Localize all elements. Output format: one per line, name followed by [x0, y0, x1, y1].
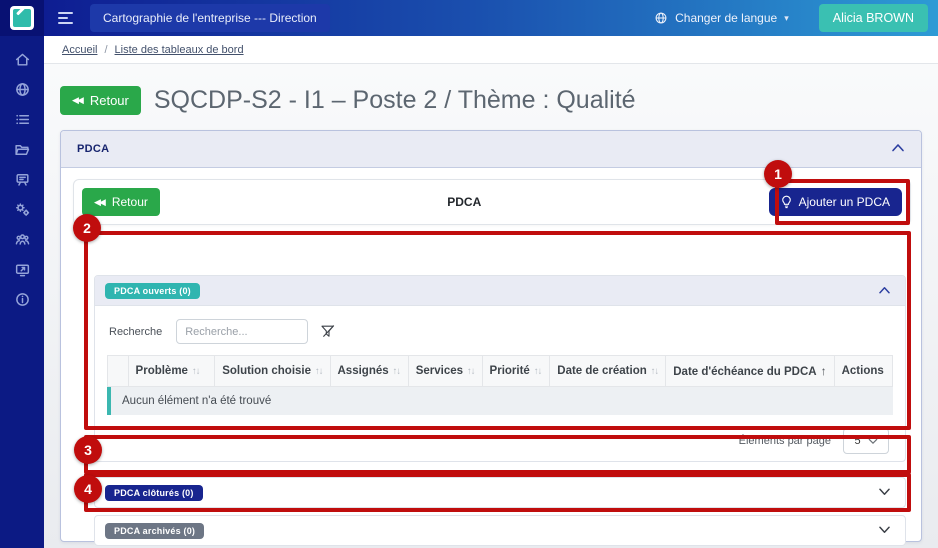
menu-toggle-icon[interactable]	[58, 12, 76, 24]
search-label: Recherche	[109, 326, 162, 338]
screen-share-icon[interactable]	[7, 254, 37, 284]
sort-icon: ↑↓	[467, 366, 475, 377]
pdca-archived-section: PDCA archivés (0)	[94, 515, 906, 546]
list-icon[interactable]	[7, 104, 37, 134]
info-icon[interactable]	[7, 284, 37, 314]
team-icon[interactable]	[7, 224, 37, 254]
page-header: ◀◀ Retour SQCDP-S2 - I1 – Poste 2 / Thèm…	[60, 86, 636, 115]
chevron-up-icon[interactable]	[891, 140, 905, 158]
rewind-icon: ◀◀	[72, 95, 84, 106]
empty-state-message: Aucun élément n'a été trouvé	[107, 387, 893, 415]
sort-icon: ↑↓	[393, 366, 401, 377]
filter-clear-icon[interactable]	[320, 324, 336, 339]
gears-icon[interactable]	[7, 194, 37, 224]
globe-icon[interactable]	[7, 74, 37, 104]
page-back-button[interactable]: ◀◀ Retour	[60, 86, 141, 115]
sort-icon: ↑↓	[651, 366, 659, 377]
column-probleme[interactable]: Problème↑↓	[128, 356, 215, 387]
pdca-archived-badge: PDCA archivés (0)	[105, 523, 204, 539]
breadcrumb-home-link[interactable]: Accueil	[62, 44, 97, 56]
per-page-label: Éléments par page	[739, 435, 831, 447]
search-input[interactable]	[176, 319, 308, 344]
sort-icon: ↑↓	[192, 366, 200, 377]
column-solution-choisie[interactable]: Solution choisie↑↓	[215, 356, 330, 387]
lightbulb-icon	[781, 195, 792, 209]
language-label: Changer de langue	[675, 11, 777, 25]
board-icon[interactable]	[7, 164, 37, 194]
page-title: SQCDP-S2 - I1 – Poste 2 / Thème : Qualit…	[154, 86, 636, 115]
pdca-open-table: Problème↑↓ Solution choisie↑↓ Assignés↑↓…	[107, 355, 893, 387]
page-back-label: Retour	[90, 93, 129, 108]
column-actions: Actions	[834, 356, 892, 387]
toolbar-back-label: Retour	[112, 195, 148, 209]
pdca-open-body: Recherche Problème↑↓	[95, 306, 905, 462]
caret-down-icon: ▾	[784, 13, 789, 24]
page-size-value: 5	[854, 435, 860, 447]
add-pdca-label: Ajouter un PDCA	[799, 195, 890, 209]
pdca-panel: PDCA ◀◀ Retour PDCA Ajouter un PDCA	[60, 130, 922, 542]
pdca-open-header[interactable]: PDCA ouverts (0)	[95, 276, 905, 306]
toolbar-title: PDCA	[160, 195, 769, 209]
pdca-closed-badge: PDCA clôturés (0)	[105, 485, 203, 501]
pdca-archived-header[interactable]: PDCA archivés (0)	[95, 516, 905, 545]
user-button[interactable]: Alicia BROWN	[819, 4, 928, 32]
add-pdca-button[interactable]: Ajouter un PDCA	[769, 188, 902, 216]
rewind-icon: ◀◀	[94, 197, 106, 208]
navbar-main: Cartographie de l'entreprise --- Directi…	[44, 0, 938, 36]
app-title: Cartographie de l'entreprise --- Directi…	[90, 4, 330, 32]
column-priorite[interactable]: Priorité↑↓	[482, 356, 550, 387]
chevron-down-icon[interactable]	[878, 484, 891, 502]
column-date-creation[interactable]: Date de création↑↓	[550, 356, 666, 387]
column-assignes[interactable]: Assignés↑↓	[330, 356, 408, 387]
pdca-toolbar: ◀◀ Retour PDCA Ajouter un PDCA	[73, 179, 911, 225]
breadcrumb: Accueil / Liste des tableaux de bord	[44, 36, 938, 64]
main-area: Accueil / Liste des tableaux de bord ◀◀ …	[44, 36, 938, 548]
column-services[interactable]: Services↑↓	[408, 356, 482, 387]
pdca-panel-body: ◀◀ Retour PDCA Ajouter un PDCA PDCA ouve…	[61, 168, 921, 542]
pdca-panel-title: PDCA	[77, 143, 109, 155]
pdca-panel-header[interactable]: PDCA	[61, 131, 921, 168]
home-icon[interactable]	[7, 44, 37, 74]
breadcrumb-current-link[interactable]: Liste des tableaux de bord	[115, 44, 244, 56]
logo-icon	[10, 6, 34, 30]
search-row: Recherche	[109, 319, 893, 344]
app-logo[interactable]	[0, 0, 44, 36]
breadcrumb-separator: /	[104, 44, 107, 56]
top-navbar: Cartographie de l'entreprise --- Directi…	[0, 0, 938, 36]
pdca-closed-section: PDCA clôturés (0)	[94, 477, 906, 508]
chevron-down-icon	[868, 438, 878, 445]
sort-icon: ↑↓	[315, 366, 323, 377]
column-date-echeance[interactable]: Date d'échéance du PDCA↑	[666, 356, 834, 387]
pdca-open-section: PDCA ouverts (0) Recherche	[94, 275, 906, 462]
toolbar-back-button[interactable]: ◀◀ Retour	[82, 188, 160, 216]
chevron-up-icon[interactable]	[878, 282, 891, 300]
pagination-row: Éléments par page 5	[107, 428, 893, 454]
sort-icon: ↑↓	[534, 366, 542, 377]
pdca-closed-header[interactable]: PDCA clôturés (0)	[95, 478, 905, 507]
folder-icon[interactable]	[7, 134, 37, 164]
chevron-down-icon[interactable]	[878, 522, 891, 540]
sort-asc-icon: ↑	[821, 364, 827, 378]
globe-icon	[654, 11, 668, 25]
pdca-open-badge: PDCA ouverts (0)	[105, 283, 200, 299]
language-dropdown[interactable]: Changer de langue ▾	[654, 11, 789, 25]
page-size-select[interactable]: 5	[843, 428, 889, 454]
column-select	[108, 356, 129, 387]
sidebar	[0, 36, 44, 548]
